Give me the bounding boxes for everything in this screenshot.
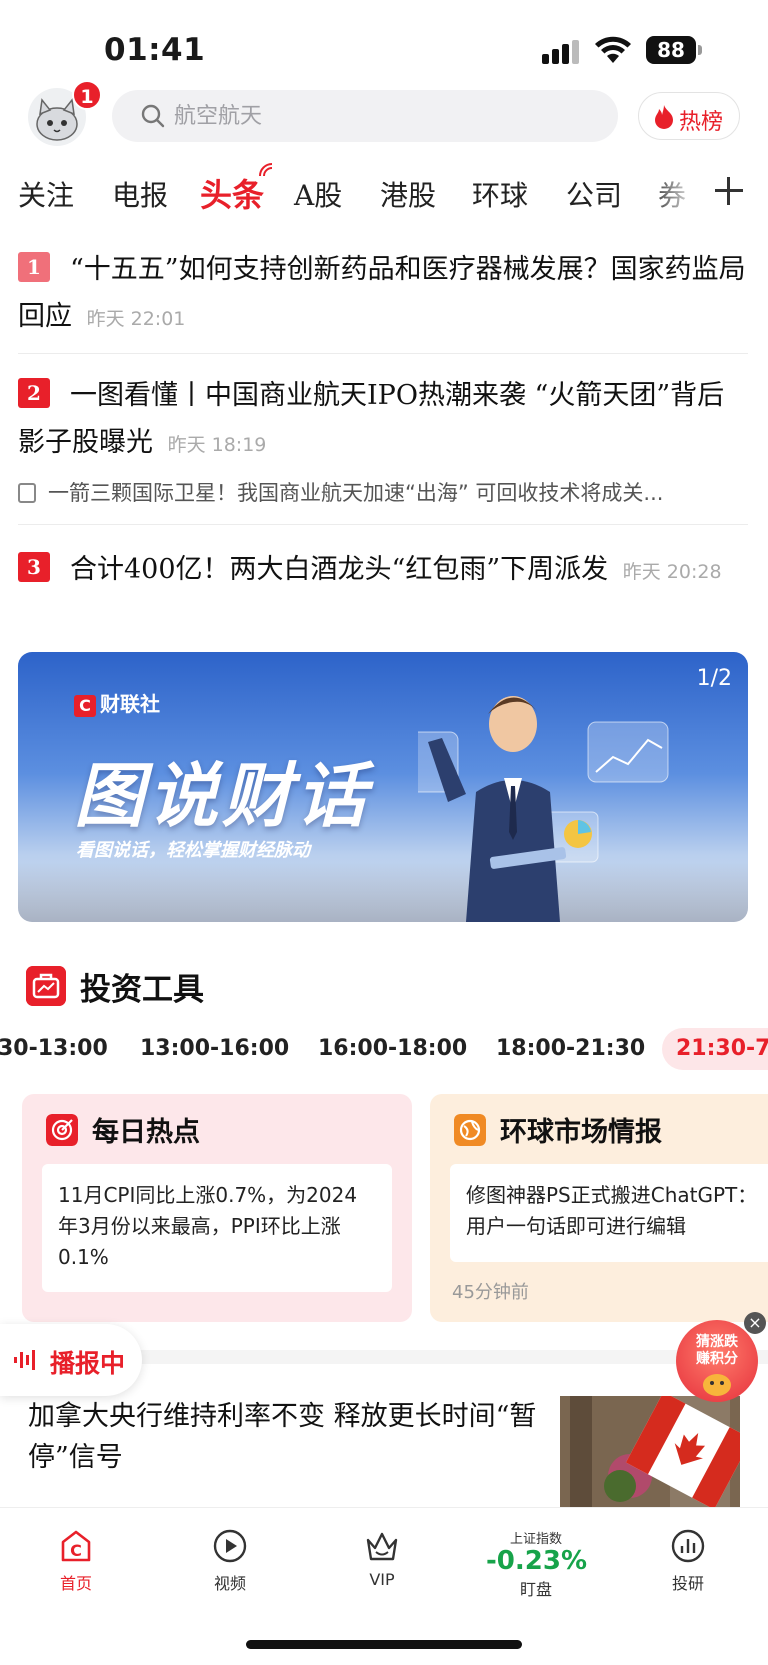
promo-line-1: 猜涨跌 <box>696 1334 738 1350</box>
search-icon <box>141 104 165 128</box>
time-slot-tab[interactable]: 30-13:00 <box>0 1036 108 1061</box>
tab-company[interactable]: 公司 <box>566 174 622 214</box>
news-headline: 1 “十五五”如何支持创新药品和医疗器械发展？国家药监局回应 昨天 22:01 <box>18 246 748 343</box>
divider <box>18 524 748 525</box>
tab-headlines[interactable]: 头条 <box>200 170 264 216</box>
index-value: -0.23% <box>486 1546 587 1576</box>
tab-follow[interactable]: 关注 <box>18 174 74 214</box>
channel-tabs: 关注 电报 头条 A股 港股 环球 公司 券 <box>0 160 768 224</box>
card-title: 环球市场情报 <box>500 1117 662 1148</box>
status-bar: 01:41 88 <box>0 0 768 90</box>
banner-pager: 1/2 <box>696 666 732 691</box>
news-time: 昨天 20:28 <box>622 561 722 583</box>
related-news[interactable]: 一箭三颗国际卫星！我国商业航天加速“出海” 可回收技术将成关... <box>18 477 738 507</box>
banner-slogan: 看图说话，轻松掌握财经脉动 <box>76 840 310 861</box>
tab-global[interactable]: 环球 <box>472 174 528 214</box>
close-icon[interactable]: × <box>744 1312 766 1334</box>
video-icon <box>213 1529 247 1563</box>
tab-fade <box>648 160 698 224</box>
brand-mark: C <box>74 695 96 717</box>
daily-hotspot-card[interactable]: 每日热点 11月CPI同比上涨0.7%，为2024年3月份以来最高，PPI环比上… <box>22 1094 412 1322</box>
brand-logo: C 财联社 <box>74 688 160 717</box>
news-title: 一图看懂丨中国商业航天IPO热潮来袭 “火箭天团”背后影子股曝光 <box>18 380 725 458</box>
time-slot-tab[interactable]: 13:00-16:00 <box>140 1036 289 1061</box>
time-slot-tabs: 30-13:00 13:00-16:00 16:00-18:00 18:00-2… <box>0 1026 768 1076</box>
briefcase-chart-icon <box>26 966 66 1006</box>
tab-a-shares[interactable]: A股 <box>294 174 342 214</box>
research-icon <box>671 1529 705 1563</box>
canada-flag-image <box>560 1396 740 1516</box>
investment-tools-title: 投资工具 <box>80 972 204 1008</box>
index-name: 上证指数 <box>509 1532 562 1547</box>
nav-home[interactable]: C 首页 <box>26 1528 126 1594</box>
tab-telegraph[interactable]: 电报 <box>112 174 168 214</box>
hot-list-label: 热榜 <box>679 110 724 135</box>
nav-label: VIP <box>369 1570 395 1589</box>
time-slot-tab-active[interactable]: 21:30-7: <box>662 1028 768 1070</box>
promo-text: 猜涨跌 赚积分 <box>676 1334 758 1368</box>
svg-text:C: C <box>70 1541 82 1560</box>
card-title: 每日热点 <box>92 1117 200 1148</box>
home-indicator[interactable] <box>246 1640 522 1649</box>
add-tab-icon[interactable] <box>712 174 746 208</box>
nav-research[interactable]: 投研 <box>638 1528 738 1594</box>
notification-badge: 1 <box>72 80 102 110</box>
signal-wave-icon <box>259 163 273 177</box>
brand-name: 财联社 <box>100 692 160 716</box>
news-item[interactable]: 2 一图看懂丨中国商业航天IPO热潮来袭 “火箭天团”背后影子股曝光 昨天 18:… <box>18 372 748 507</box>
card-body: 修图神器PS正式搬进ChatGPT： 用户一句话即可进行编辑 <box>450 1164 768 1262</box>
promo-banner[interactable]: C 财联社 图说财话 看图说话，轻松掌握财经脉动 1/2 <box>18 652 748 922</box>
audio-wave-icon <box>14 1350 35 1370</box>
card-body: 11月CPI同比上涨0.7%，为2024年3月份以来最高，PPI环比上涨0.1% <box>42 1164 392 1292</box>
home-icon: C <box>61 1530 91 1562</box>
rank-badge: 1 <box>18 252 50 282</box>
time-slot-tab[interactable]: 18:00-21:30 <box>496 1036 645 1061</box>
news-time: 昨天 22:01 <box>86 308 186 330</box>
battery-icon: 88 <box>646 36 702 64</box>
tab-hk-stocks[interactable]: 港股 <box>380 174 436 214</box>
search-bar[interactable] <box>112 90 618 142</box>
wifi-icon <box>595 36 631 63</box>
banner-headline: 图说财话 <box>74 755 370 837</box>
time-slot-tab[interactable]: 16:00-18:00 <box>318 1036 467 1061</box>
index-widget: 上证指数 -0.23% <box>486 1528 587 1576</box>
article-title: 加拿大央行维持利率不变 释放更长时间“暂停”信号 <box>28 1401 537 1473</box>
hot-list-button[interactable]: 热榜 <box>638 92 740 140</box>
crown-icon <box>366 1532 398 1561</box>
nav-label: 视频 <box>213 1574 246 1593</box>
news-time: 昨天 18:19 <box>167 434 267 456</box>
nav-label: 盯盘 <box>519 1580 552 1599</box>
search-input[interactable] <box>174 98 594 134</box>
broadcast-label: 播报中 <box>50 1349 126 1378</box>
nav-video[interactable]: 视频 <box>180 1528 280 1594</box>
related-news-text: 一箭三颗国际卫星！我国商业航天加速“出海” 可回收技术将成关... <box>48 481 664 505</box>
news-title: 合计400亿！两大白酒龙头“红包雨”下周派发 <box>70 554 609 585</box>
divider <box>18 353 748 354</box>
global-market-card[interactable]: 环球市场情报 修图神器PS正式搬进ChatGPT： 用户一句话即可进行编辑 45… <box>430 1094 768 1322</box>
news-item[interactable]: 1 “十五五”如何支持创新药品和医疗器械发展？国家药监局回应 昨天 22:01 <box>18 246 748 343</box>
card-time: 45分钟前 <box>452 1282 529 1303</box>
news-headline: 3 合计400亿！两大白酒龙头“红包雨”下周派发 昨天 20:28 <box>18 544 748 598</box>
fire-icon <box>655 105 673 129</box>
nav-label: 首页 <box>59 1574 92 1593</box>
status-time: 01:41 <box>104 32 206 68</box>
rank-badge: 2 <box>18 378 50 408</box>
broadcast-button[interactable]: 播报中 <box>0 1324 142 1396</box>
news-headline: 2 一图看懂丨中国商业航天IPO热潮来袭 “火箭天团”背后影子股曝光 昨天 18:… <box>18 372 748 469</box>
target-icon <box>46 1114 78 1146</box>
rank-badge: 3 <box>18 552 50 582</box>
guess-game-promo[interactable]: 猜涨跌 赚积分 <box>676 1320 758 1402</box>
businessman-illustration <box>418 696 669 922</box>
cellular-signal-icon <box>542 40 582 64</box>
mascot-icon <box>703 1374 731 1396</box>
nav-label: 投研 <box>671 1574 704 1593</box>
promo-line-2: 赚积分 <box>696 1351 738 1367</box>
document-icon <box>18 483 36 503</box>
nav-watch[interactable]: 上证指数 -0.23% 盯盘 <box>486 1528 587 1600</box>
news-item[interactable]: 3 合计400亿！两大白酒龙头“红包雨”下周派发 昨天 20:28 <box>18 544 748 598</box>
nav-vip[interactable]: VIP <box>332 1528 432 1589</box>
globe-icon <box>454 1114 486 1146</box>
